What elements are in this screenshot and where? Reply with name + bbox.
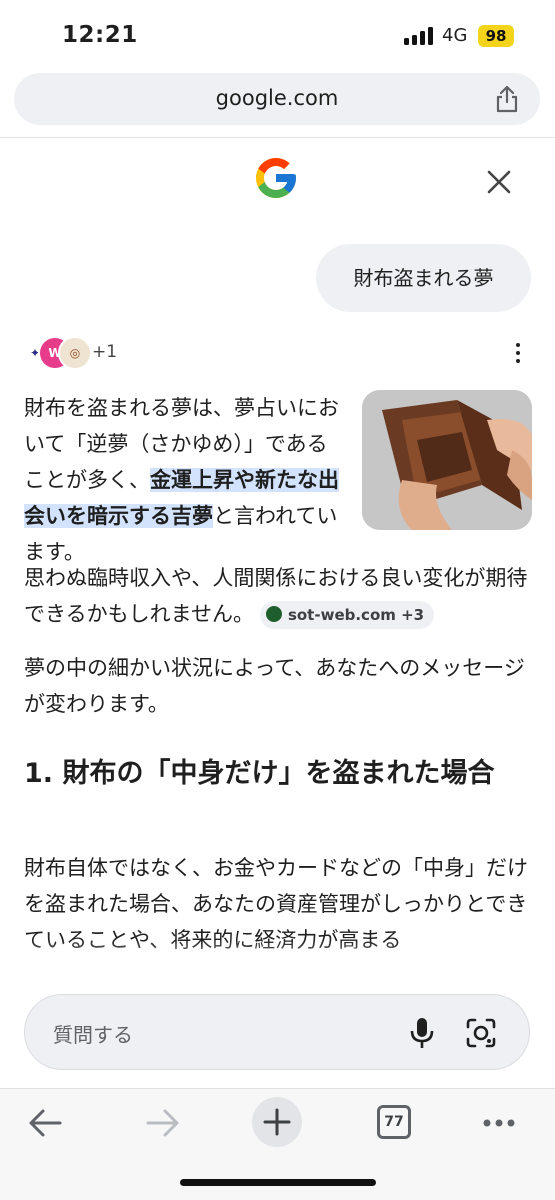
network-type: 4G <box>442 25 468 46</box>
wallet-image[interactable] <box>362 390 532 530</box>
citation-favicon-icon <box>265 606 282 622</box>
source-favicons[interactable]: ✦ W ◎ +1 <box>18 336 138 370</box>
address-bar[interactable]: google.com <box>14 73 540 125</box>
user-query-bubble: 財布盗まれる夢 <box>316 244 531 312</box>
share-icon[interactable] <box>494 85 520 113</box>
wallet-illustration <box>362 390 532 530</box>
new-tab-icon[interactable] <box>247 1097 307 1149</box>
answer-paragraph-2: 夢の中の細かい状況によって、あなたへのメッセージが変わります。 <box>24 656 525 716</box>
status-bar: 12:21 4G 98 <box>0 0 555 70</box>
source-more-count: +1 <box>92 342 118 362</box>
content-fade <box>0 940 555 980</box>
answer-heading-1: 1. 財布の「中身だけ」を盗まれた場合 <box>24 758 495 789</box>
status-time: 12:21 <box>62 22 138 48</box>
citation-chip[interactable]: sot-web.com +3 <box>259 601 435 629</box>
mic-icon[interactable] <box>409 1017 435 1049</box>
answer-continuation: 思わぬ臨時収入や、人間関係における良い変化が期待できるかもしれません。 sot-w… <box>24 560 534 632</box>
lens-icon[interactable] <box>465 1017 497 1049</box>
address-bar-area: google.com <box>0 70 555 138</box>
battery-indicator: 98 <box>478 25 514 47</box>
source-favicon-3: ◎ <box>58 336 92 370</box>
menu-icon[interactable] <box>469 1097 529 1149</box>
more-vert-icon[interactable] <box>512 342 524 364</box>
ask-input[interactable]: 質問する <box>24 994 530 1070</box>
signal-icon <box>404 27 434 45</box>
ask-placeholder: 質問する <box>53 1023 133 1047</box>
answer-lead: 財布を盗まれる夢は、夢占いにおいて「逆夢（さかゆめ）」であることが多く、金運上昇… <box>24 390 344 570</box>
back-icon[interactable] <box>16 1097 76 1149</box>
home-indicator <box>180 1179 376 1186</box>
url-text: google.com <box>215 86 339 110</box>
forward-icon[interactable] <box>132 1097 192 1149</box>
close-icon[interactable] <box>484 167 514 197</box>
citation-label: sot-web.com +3 <box>287 606 425 624</box>
tabs-icon[interactable]: 77 <box>377 1105 411 1139</box>
google-logo <box>256 158 296 198</box>
